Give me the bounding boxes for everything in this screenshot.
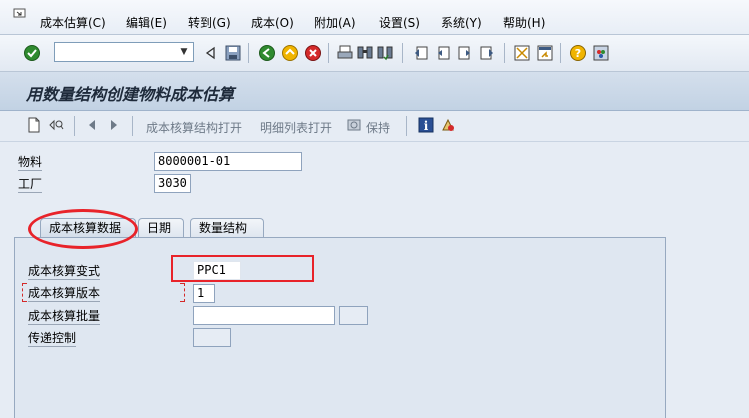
- find-next-icon[interactable]: [376, 44, 394, 62]
- cancel-icon[interactable]: [304, 44, 322, 62]
- save-icon[interactable]: [224, 44, 242, 62]
- layout-menu-icon[interactable]: [592, 44, 610, 62]
- costing-lot-size-field[interactable]: [193, 306, 335, 325]
- menu-help[interactable]: 帮助(H): [503, 14, 545, 31]
- find-icon[interactable]: [356, 44, 374, 62]
- title-bar: 用数量结构创建物料成本估算: [0, 72, 749, 111]
- itemization-open-button[interactable]: 明细列表打开: [260, 119, 332, 136]
- tab-quantity-structure-label: 数量结构: [199, 221, 248, 235]
- next-icon[interactable]: [106, 117, 122, 133]
- toolbar-separator: [132, 116, 133, 136]
- toolbar-separator: [74, 116, 75, 136]
- plant-field[interactable]: 3030: [154, 174, 191, 193]
- menu-cost-estimate[interactable]: 成本估算(C): [40, 14, 106, 31]
- enter-check-icon[interactable]: [23, 44, 41, 62]
- costing-structure-open-button[interactable]: 成本核算结构打开: [146, 119, 242, 136]
- toolbar-separator: [504, 43, 505, 63]
- menu-costs[interactable]: 成本(O): [251, 14, 294, 31]
- toolbar-separator: [406, 116, 407, 136]
- system-menu-icon[interactable]: [13, 8, 27, 20]
- menu-bar: 成本估算(C) 编辑(E) 转到(G) 成本(O) 附加(A) 设置(S) 系统…: [0, 0, 749, 35]
- material-label: 物料: [18, 155, 43, 171]
- costing-log-icon[interactable]: [440, 117, 456, 133]
- info-icon[interactable]: i: [418, 117, 434, 133]
- help-icon[interactable]: ?: [569, 44, 587, 62]
- exit-icon[interactable]: [281, 44, 299, 62]
- toolbar-separator: [328, 43, 329, 63]
- plant-value: 3030: [158, 176, 187, 190]
- svg-text:i: i: [424, 119, 429, 133]
- tab-dates[interactable]: 日期: [138, 218, 184, 238]
- menu-system[interactable]: 系统(Y): [441, 14, 482, 31]
- transfer-control-field[interactable]: [193, 328, 231, 347]
- costing-lot-size-label: 成本核算批量: [28, 309, 101, 325]
- toolbar-separator: [248, 43, 249, 63]
- costing-version-field[interactable]: 1: [193, 284, 215, 303]
- costing-version-label: 成本核算版本: [28, 286, 101, 302]
- material-field[interactable]: 8000001-01: [154, 152, 302, 171]
- version-required-bracket-left: [22, 283, 27, 302]
- lot-size-unit-field: [339, 306, 368, 325]
- previous-icon[interactable]: [84, 117, 100, 133]
- menu-goto[interactable]: 转到(G): [188, 14, 231, 31]
- menu-edit[interactable]: 编辑(E): [126, 14, 167, 31]
- command-field[interactable]: ▼: [54, 42, 194, 62]
- hold-button[interactable]: 保持: [366, 119, 390, 136]
- toolbar-separator: [560, 43, 561, 63]
- hold-icon[interactable]: [346, 117, 362, 133]
- toolbar-separator: [402, 43, 403, 63]
- chevron-down-icon[interactable]: ▼: [175, 43, 193, 61]
- costing-version-value: 1: [197, 286, 205, 300]
- menu-settings[interactable]: 设置(S): [379, 14, 420, 31]
- transfer-control-label: 传递控制: [28, 331, 77, 347]
- last-page-icon[interactable]: [478, 44, 496, 62]
- menu-extras[interactable]: 附加(A): [314, 14, 356, 31]
- create-session-icon[interactable]: [513, 44, 531, 62]
- print-icon[interactable]: [336, 44, 354, 62]
- first-page-icon[interactable]: [412, 44, 430, 62]
- costing-data-panel: [14, 237, 666, 418]
- back-icon[interactable]: [258, 44, 276, 62]
- annotation-rectangle: [171, 255, 314, 282]
- triangle-left-icon[interactable]: [202, 44, 220, 62]
- material-value: 8000001-01: [158, 154, 231, 168]
- tab-dates-label: 日期: [147, 221, 172, 235]
- standard-toolbar: ▼ ?: [0, 35, 749, 72]
- previous-page-icon[interactable]: [434, 44, 452, 62]
- other-cost-estimate-icon[interactable]: [48, 117, 64, 133]
- next-page-icon[interactable]: [456, 44, 474, 62]
- plant-label: 工厂: [18, 177, 43, 193]
- page-title: 用数量结构创建物料成本估算: [26, 85, 235, 104]
- version-required-bracket-right: [180, 283, 185, 302]
- annotation-ellipse: [28, 209, 138, 249]
- application-toolbar: 成本核算结构打开 明细列表打开 保持 i: [0, 111, 749, 142]
- new-document-icon[interactable]: [26, 117, 42, 133]
- svg-text:?: ?: [575, 47, 581, 60]
- costing-variant-label: 成本核算变式: [28, 264, 101, 280]
- shortcut-icon[interactable]: [536, 44, 554, 62]
- tab-quantity-structure[interactable]: 数量结构: [190, 218, 264, 238]
